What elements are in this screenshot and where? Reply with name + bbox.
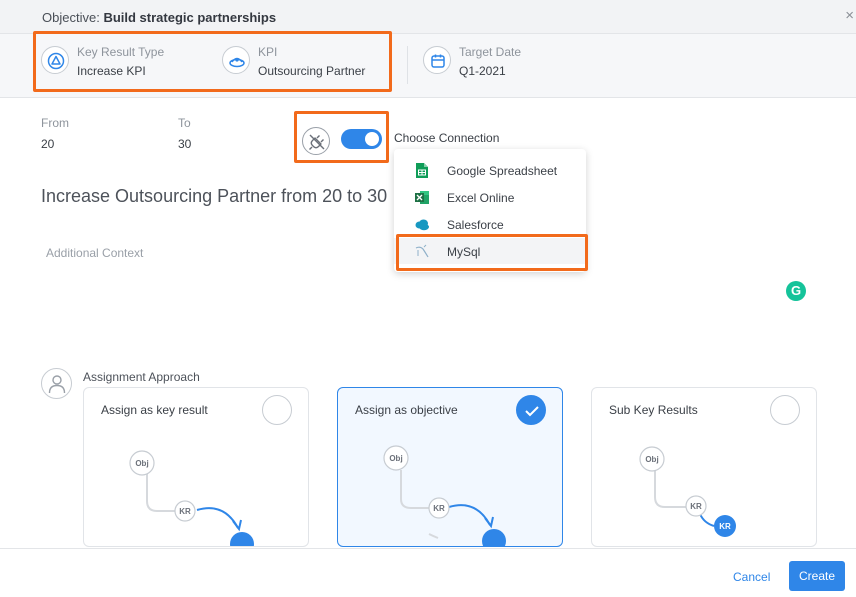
node-kr: KR (690, 502, 702, 511)
objective-name: Build strategic partnerships (103, 10, 277, 25)
from-field[interactable]: From 20 (41, 116, 69, 151)
annotation-highlight-meta (33, 31, 392, 92)
hierarchy-diagram: Obj KR (383, 445, 506, 546)
target-date-label: Target Date (459, 45, 522, 59)
node-obj: Obj (135, 459, 148, 468)
from-value: 20 (41, 137, 55, 151)
to-field[interactable]: To 30 (178, 116, 191, 151)
excel-icon (415, 191, 429, 204)
option-google-spreadsheet[interactable]: Google Spreadsheet (394, 157, 586, 183)
option-label: Google Spreadsheet (447, 164, 558, 178)
card-assign-key-result[interactable]: Assign as key result Obj KR (83, 387, 309, 547)
node-kr: KR (433, 504, 445, 513)
key-result-headline[interactable]: Increase Outsourcing Partner from 20 to … (41, 186, 387, 207)
node-kr: KR (719, 522, 731, 531)
target-date-value: Q1-2021 (459, 64, 506, 78)
modal-footer (0, 548, 856, 597)
choose-connection-label: Choose Connection (394, 131, 500, 145)
card-sub-key-results[interactable]: Sub Key Results Obj KR KR (591, 387, 817, 547)
hierarchy-diagram: Obj KR (129, 450, 254, 546)
grammarly-icon[interactable]: G (786, 281, 806, 301)
hierarchy-diagram: Obj KR KR (639, 446, 736, 537)
divider (407, 46, 408, 84)
objective-title: Objective: Build strategic partnerships (42, 10, 276, 25)
annotation-highlight-toggle (294, 111, 389, 163)
to-label: To (178, 116, 191, 130)
additional-context-input[interactable]: Additional Context (46, 246, 143, 260)
cancel-button[interactable]: Cancel (733, 570, 770, 584)
calendar-icon (423, 46, 451, 74)
salesforce-icon (415, 219, 429, 231)
node-kr: KR (179, 507, 191, 516)
option-label: Salesforce (447, 218, 504, 232)
close-icon[interactable]: × (845, 8, 854, 23)
google-sheets-icon (416, 163, 428, 178)
node-obj: Obj (645, 455, 658, 464)
option-label: Excel Online (447, 191, 515, 205)
to-value: 30 (178, 137, 192, 151)
user-icon (41, 368, 72, 399)
create-button[interactable]: Create (789, 561, 845, 591)
annotation-highlight-mysql (396, 234, 588, 271)
assignment-approach-label: Assignment Approach (83, 370, 200, 384)
node-obj: Obj (389, 454, 402, 463)
card-assign-objective[interactable]: Assign as objective Obj KR (337, 387, 563, 547)
option-excel-online[interactable]: Excel Online (394, 184, 586, 210)
modal-header: Objective: Build strategic partnerships … (0, 0, 856, 34)
objective-prefix: Objective: (42, 10, 100, 25)
from-label: From (41, 116, 69, 130)
